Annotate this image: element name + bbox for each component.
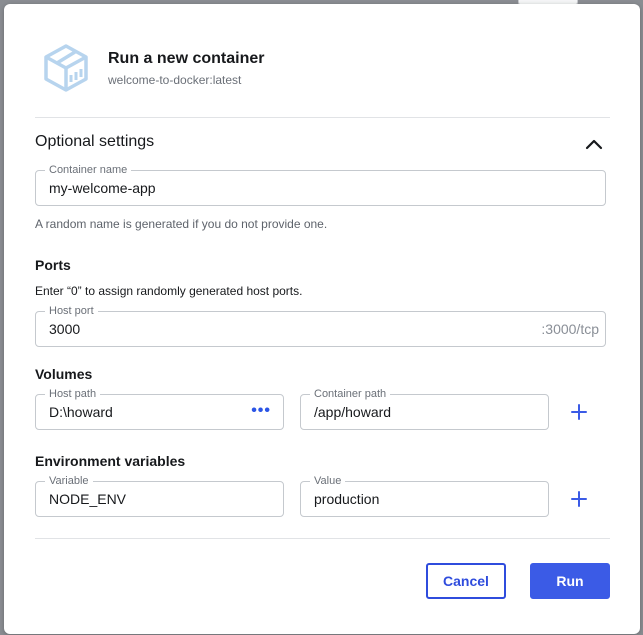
host-port-field[interactable]: Host port 3000 :3000/tcp <box>35 304 606 347</box>
ports-title: Ports <box>35 257 71 273</box>
more-horizontal-icon[interactable]: ••• <box>251 403 271 419</box>
dialog-title: Run a new container <box>108 50 265 67</box>
volumes-title: Volumes <box>35 366 93 382</box>
env-value-input[interactable]: production <box>314 491 512 507</box>
env-value-field[interactable]: Value production <box>300 474 549 517</box>
host-path-label: Host path <box>45 387 101 401</box>
container-name-field[interactable]: Container name my-welcome-app <box>35 163 606 206</box>
container-name-hint: A random name is generated if you do not… <box>35 217 328 231</box>
env-value-label: Value <box>310 474 346 488</box>
env-variable-input[interactable]: NODE_ENV <box>49 491 247 507</box>
env-variable-field[interactable]: Variable NODE_ENV <box>35 474 284 517</box>
container-cube-icon <box>44 44 88 92</box>
container-name-label: Container name <box>45 163 132 177</box>
chevron-up-icon[interactable] <box>584 135 604 155</box>
image-name: welcome-to-docker:latest <box>108 73 242 87</box>
add-volume-plus-icon[interactable] <box>569 402 589 422</box>
host-path-input[interactable]: D:\howard <box>49 404 222 420</box>
ports-hint: Enter “0” to assign randomly generated h… <box>35 284 303 298</box>
env-variable-label: Variable <box>45 474 93 488</box>
env-vars-title: Environment variables <box>35 453 186 469</box>
container-name-input[interactable]: my-welcome-app <box>49 180 504 196</box>
container-path-label: Container path <box>310 387 391 401</box>
container-port-suffix: :3000/tcp <box>541 321 599 337</box>
dialog-header: Run a new container welcome-to-docker:la… <box>40 42 600 94</box>
container-path-field[interactable]: Container path /app/howard <box>300 387 549 430</box>
host-port-label: Host port <box>45 304 98 318</box>
run-button[interactable]: Run <box>530 563 610 599</box>
cancel-button[interactable]: Cancel <box>426 563 506 599</box>
host-path-field[interactable]: Host path D:\howard ••• <box>35 387 284 430</box>
header-divider <box>35 117 610 118</box>
container-path-input[interactable]: /app/howard <box>314 404 512 420</box>
footer-divider <box>35 538 610 539</box>
add-env-plus-icon[interactable] <box>569 489 589 509</box>
host-port-input[interactable]: 3000 <box>49 321 504 337</box>
optional-settings-title: Optional settings <box>35 133 155 150</box>
run-container-dialog: Run a new container welcome-to-docker:la… <box>4 4 640 634</box>
